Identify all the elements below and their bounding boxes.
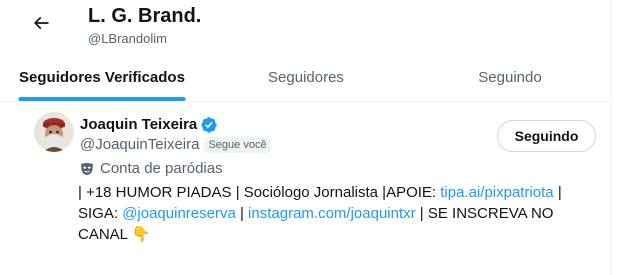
pointing-down-emoji: 👇 xyxy=(131,226,151,243)
avatar[interactable] xyxy=(34,112,74,152)
tab-label: Seguidores Verificados xyxy=(19,68,185,86)
parody-label: Conta de paródias xyxy=(100,160,223,177)
verified-badge-icon xyxy=(200,116,218,134)
user-handle[interactable]: @JoaquinTeixeira xyxy=(80,136,199,154)
bio-text: | +18 HUMOR PIADAS | Sociólogo Jornalist… xyxy=(78,184,441,201)
parody-label-row: Conta de paródias xyxy=(80,160,223,178)
bio-text: | xyxy=(235,205,249,222)
tab-bar: Seguidores Verificados Seguidores Seguin… xyxy=(0,53,612,102)
parody-mask-icon xyxy=(81,163,93,175)
header-titles: L. G. Brand. @LBrandolim xyxy=(88,4,201,47)
name-row: Joaquin Teixeira xyxy=(80,115,218,134)
avatar-image xyxy=(34,112,74,152)
user-cell[interactable]: Joaquin Teixeira @JoaquinTeixeira Segue … xyxy=(0,102,612,275)
tab-label: Seguidores xyxy=(268,68,344,86)
follows-you-badge: Segue você xyxy=(204,137,271,153)
back-arrow-icon xyxy=(33,16,49,30)
tab-verified-followers[interactable]: Seguidores Verificados xyxy=(0,53,204,101)
bio-link-instagram[interactable]: instagram.com/joaquintxr xyxy=(248,205,416,222)
followers-page: L. G. Brand. @LBrandolim Seguidores Veri… xyxy=(0,0,612,275)
bio-link-tipa[interactable]: tipa.ai/pixpatriota xyxy=(440,184,553,201)
page-title: L. G. Brand. xyxy=(88,5,202,27)
page-handle: @LBrandolim xyxy=(88,31,167,46)
back-button[interactable] xyxy=(24,6,58,40)
following-button[interactable]: Seguindo xyxy=(497,120,596,152)
tab-label: Seguindo xyxy=(478,68,542,86)
user-bio: | +18 HUMOR PIADAS | Sociólogo Jornalist… xyxy=(78,182,588,245)
bio-mention-link[interactable]: @joaquinreserva xyxy=(122,205,236,222)
tab-following[interactable]: Seguindo xyxy=(408,53,612,101)
tab-followers[interactable]: Seguidores xyxy=(204,53,408,101)
page-header: L. G. Brand. @LBrandolim xyxy=(0,0,612,53)
handle-row: @JoaquinTeixeira Segue você xyxy=(80,136,271,154)
active-tab-indicator xyxy=(18,97,186,101)
user-name[interactable]: Joaquin Teixeira xyxy=(80,115,197,134)
